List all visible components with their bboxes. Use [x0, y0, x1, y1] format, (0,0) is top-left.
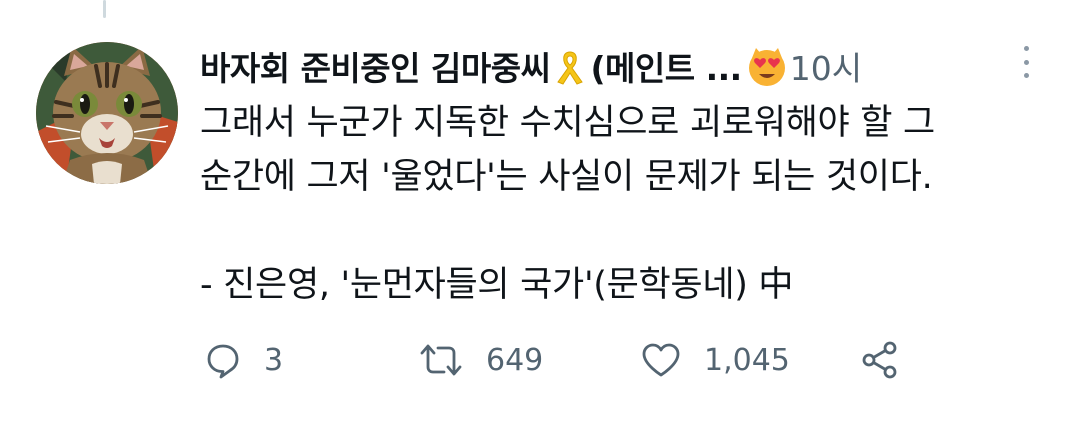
- thread-connector-line: [103, 0, 106, 18]
- share-icon: [860, 340, 900, 380]
- author-display-name[interactable]: 바자회 준비중인 김마중씨: [200, 42, 551, 90]
- more-options-icon[interactable]: [1016, 44, 1036, 80]
- reply-icon: [204, 341, 242, 379]
- retweet-button[interactable]: 649: [418, 336, 543, 384]
- tweet-text: 그래서 누군가 지독한 수치심으로 괴로워해야 할 그 순간에 그저 '울었다'…: [200, 96, 1060, 312]
- cat-avatar-image: [36, 42, 178, 184]
- share-button[interactable]: [860, 336, 900, 384]
- tweet-action-bar: 3 649 1,045: [200, 336, 1060, 384]
- heart-eyes-emoji-icon: [746, 46, 786, 86]
- like-button[interactable]: 1,045: [640, 336, 790, 384]
- like-icon: [640, 341, 682, 379]
- tweet-text-line: 그래서 누군가 지독한 수치심으로 괴로워해야 할 그: [200, 103, 935, 143]
- retweet-count: 649: [486, 342, 544, 378]
- avatar[interactable]: [36, 42, 178, 184]
- tweet-timestamp[interactable]: 10시: [790, 42, 862, 90]
- yellow-ribbon-icon: [550, 46, 590, 86]
- author-name-tail[interactable]: (메인트 ...: [590, 42, 742, 90]
- like-count: 1,045: [704, 342, 790, 378]
- tweet-text-line: - 진은영, '눈먼자들의 국가'(문학동네) 中: [200, 265, 794, 305]
- retweet-icon: [418, 341, 464, 379]
- tweet-header: 바자회 준비중인 김마중씨 (메인트 ... 10시: [200, 42, 1000, 90]
- reply-button[interactable]: 3: [204, 336, 283, 384]
- reply-count: 3: [264, 342, 284, 378]
- tweet-text-line: 순간에 그저 '울었다'는 사실이 문제가 되는 것이다.: [200, 157, 933, 197]
